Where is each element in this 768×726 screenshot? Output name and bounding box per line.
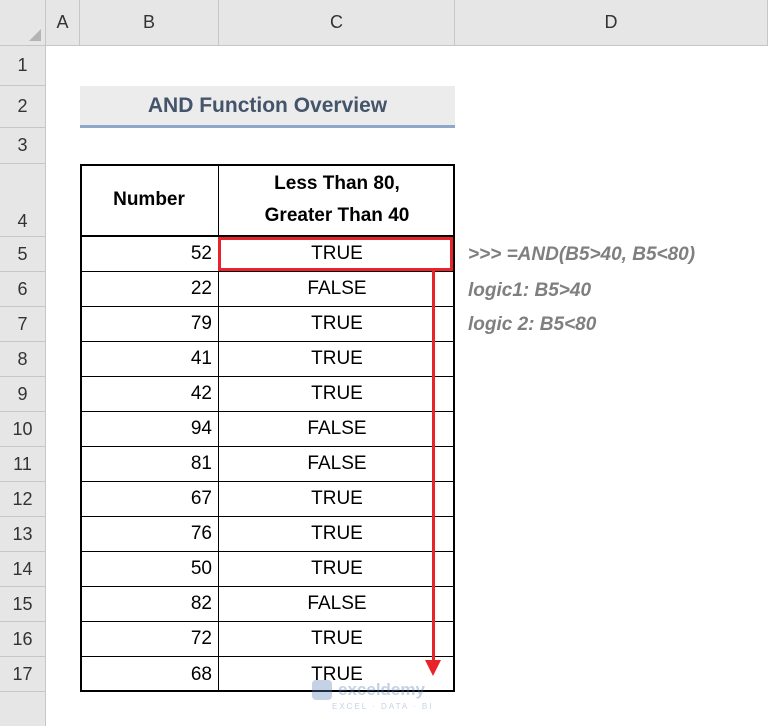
cell-b7[interactable]: 79: [80, 307, 219, 342]
cell-c10[interactable]: FALSE: [219, 412, 455, 447]
cell-c11[interactable]: FALSE: [219, 447, 455, 482]
row-header-overflow: [0, 692, 46, 726]
cell-b6[interactable]: 22: [80, 272, 219, 307]
row-header-14[interactable]: 14: [0, 552, 46, 587]
row-header-3[interactable]: 3: [0, 128, 46, 164]
row-header-5[interactable]: 5: [0, 237, 46, 272]
watermark-brand: exceldemy: [338, 680, 425, 699]
row-header-16[interactable]: 16: [0, 622, 46, 657]
cell-b17[interactable]: 68: [80, 657, 219, 692]
logic2-note: logic 2: B5<80: [468, 314, 597, 335]
cell-b14[interactable]: 50: [80, 552, 219, 587]
row-header-9[interactable]: 9: [0, 377, 46, 412]
row-header-4[interactable]: 4: [0, 164, 46, 237]
row-header-12[interactable]: 12: [0, 482, 46, 517]
row-header-15[interactable]: 15: [0, 587, 46, 622]
sheet-title[interactable]: AND Function Overview: [80, 86, 455, 128]
cell-c14[interactable]: TRUE: [219, 552, 455, 587]
cell-b10[interactable]: 94: [80, 412, 219, 447]
cell-b13[interactable]: 76: [80, 517, 219, 552]
select-all-triangle-icon: [29, 29, 41, 41]
watermark: exceldemy: [312, 680, 425, 700]
logic1-note: logic1: B5>40: [468, 280, 592, 301]
row-header-6[interactable]: 6: [0, 272, 46, 307]
spreadsheet: A B C D 1 2 3 4 5 6 7 8 9 10 11 12 13 14…: [0, 0, 768, 726]
cell-b12[interactable]: 67: [80, 482, 219, 517]
cell-b16[interactable]: 72: [80, 622, 219, 657]
column-header-c[interactable]: C: [219, 0, 455, 46]
fill-down-arrow-line: [432, 270, 435, 663]
column-header-b[interactable]: B: [80, 0, 219, 46]
cell-b8[interactable]: 41: [80, 342, 219, 377]
cell-c7[interactable]: TRUE: [219, 307, 455, 342]
selected-cell-highlight: [218, 237, 453, 271]
column-header-a[interactable]: A: [46, 0, 80, 46]
header-c-line2: Greater Than 40: [264, 204, 410, 226]
row-header-17[interactable]: 17: [0, 657, 46, 692]
exceldemy-logo-icon: [312, 680, 332, 700]
arrow-down-icon: [425, 660, 441, 676]
cell-c12[interactable]: TRUE: [219, 482, 455, 517]
row-header-7[interactable]: 7: [0, 307, 46, 342]
row-header-1[interactable]: 1: [0, 46, 46, 86]
header-less-than-greater-than[interactable]: Less Than 80, Greater Than 40: [219, 164, 455, 237]
cell-c13[interactable]: TRUE: [219, 517, 455, 552]
row-header-13[interactable]: 13: [0, 517, 46, 552]
watermark-tagline: EXCEL · DATA · BI: [332, 702, 434, 711]
formula-note: >>> =AND(B5>40, B5<80): [468, 244, 696, 265]
cell-c9[interactable]: TRUE: [219, 377, 455, 412]
cell-c16[interactable]: TRUE: [219, 622, 455, 657]
cell-b11[interactable]: 81: [80, 447, 219, 482]
cell-b5[interactable]: 52: [80, 237, 219, 272]
cell-b15[interactable]: 82: [80, 587, 219, 622]
row-header-10[interactable]: 10: [0, 412, 46, 447]
cell-b9[interactable]: 42: [80, 377, 219, 412]
cell-c15[interactable]: FALSE: [219, 587, 455, 622]
header-number[interactable]: Number: [80, 164, 219, 237]
row-header-2[interactable]: 2: [0, 86, 46, 128]
cell-c8[interactable]: TRUE: [219, 342, 455, 377]
row-header-11[interactable]: 11: [0, 447, 46, 482]
cell-c6[interactable]: FALSE: [219, 272, 455, 307]
column-header-d[interactable]: D: [455, 0, 768, 46]
row-header-8[interactable]: 8: [0, 342, 46, 377]
select-all-corner[interactable]: [0, 0, 46, 46]
header-c-line1: Less Than 80,: [274, 172, 400, 194]
